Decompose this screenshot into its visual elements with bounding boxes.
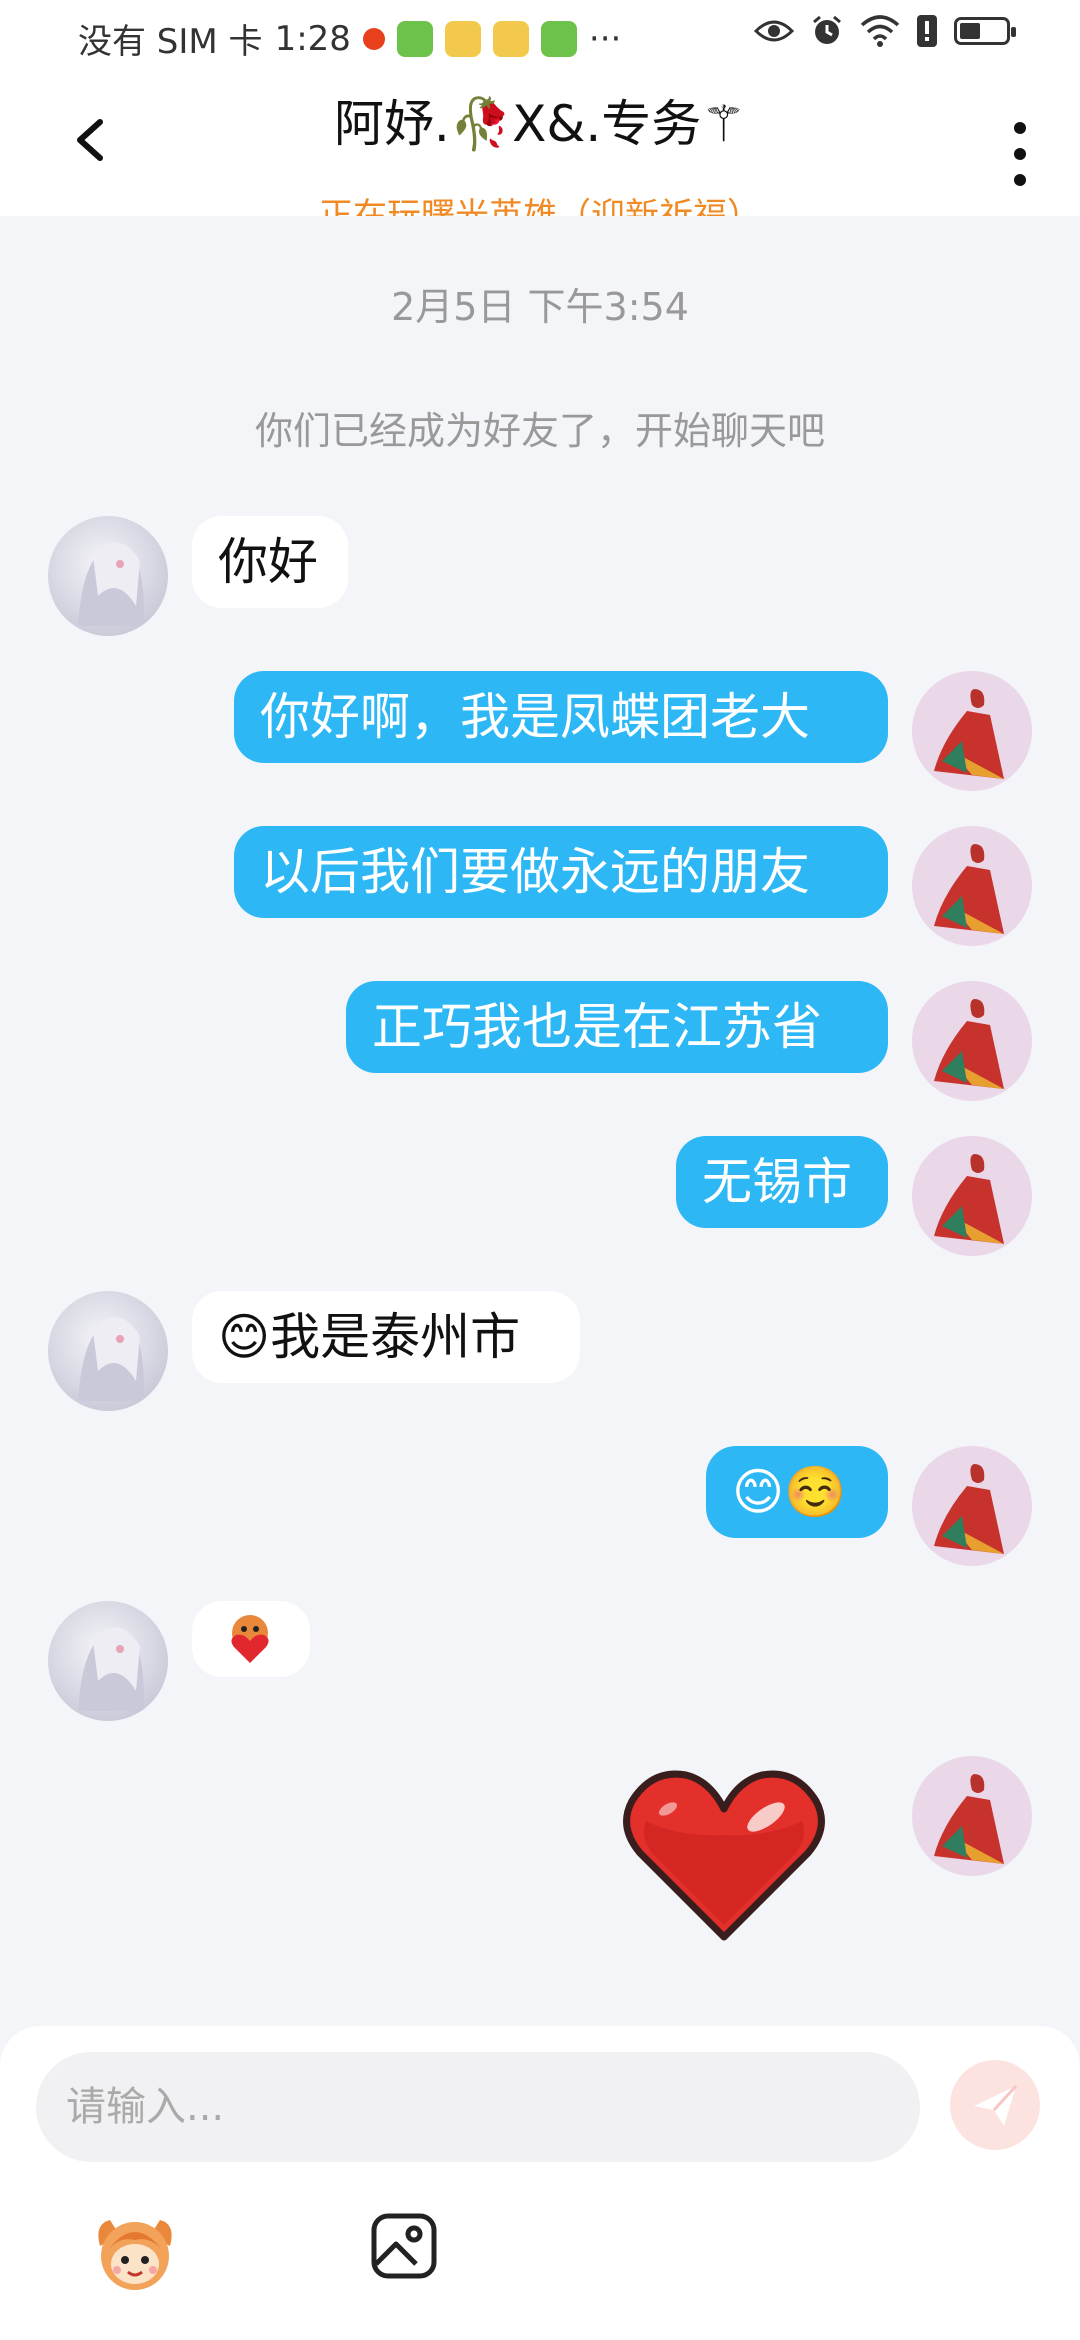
app-icon — [444, 20, 481, 57]
contact-status: 正在玩曙光英雄（迎新祈福） — [319, 196, 761, 216]
message-bubble-out[interactable]: 😊☺️ — [706, 1446, 888, 1538]
message-text: 以后我们要做永远的朋友 — [260, 843, 810, 901]
anime-avatar-icon — [934, 999, 1004, 1089]
my-avatar[interactable] — [912, 1446, 1032, 1566]
message-bubble-out[interactable]: 正巧我也是在江苏省 — [346, 981, 888, 1073]
clock: 1:28 — [274, 18, 351, 59]
wifi-icon — [860, 15, 900, 47]
anime-avatar-icon — [934, 689, 1004, 779]
app-icon — [540, 20, 577, 57]
my-avatar[interactable] — [912, 671, 1032, 791]
message-timestamp: 2月5日 下午3:54 — [391, 285, 689, 329]
battery-icon — [954, 17, 1016, 45]
message-composer — [0, 2026, 1080, 2340]
message-bubble-in[interactable] — [192, 1601, 310, 1677]
system-message: 你们已经成为好友了，开始聊天吧 — [254, 409, 825, 453]
my-avatar[interactable] — [912, 1756, 1032, 1876]
message-bubble-in[interactable]: 你好 — [192, 516, 348, 608]
message-bubble-out[interactable]: 无锡市 — [676, 1136, 888, 1228]
my-avatar[interactable] — [912, 981, 1032, 1101]
red-heart-sticker-icon[interactable] — [618, 1765, 830, 1945]
anime-avatar-icon — [78, 1317, 145, 1401]
my-avatar[interactable] — [912, 826, 1032, 946]
message-text: 正巧我也是在江苏省 — [372, 998, 822, 1056]
contact-avatar[interactable] — [48, 516, 168, 636]
anime-avatar-icon — [934, 1464, 1004, 1554]
anime-avatar-icon — [78, 542, 145, 626]
alarm-icon — [813, 15, 841, 44]
notification-dot-icon — [362, 27, 385, 50]
message-input[interactable] — [36, 2052, 920, 2162]
sticker-face-icon[interactable] — [90, 2206, 180, 2296]
alert-icon — [917, 15, 937, 47]
eye-icon — [754, 20, 794, 42]
more-vertical-icon[interactable] — [1000, 114, 1040, 194]
message-text: 😊☺️ — [732, 1463, 847, 1521]
message-text: 无锡市 — [702, 1153, 852, 1211]
anime-avatar-icon — [934, 1154, 1004, 1244]
app-icon — [492, 20, 529, 57]
contact-name: 阿妤.🥀X&.专务⚚ — [333, 95, 747, 153]
heart-sticker-icon — [231, 1615, 269, 1663]
more-notifications-indicator: ··· — [588, 18, 622, 59]
send-button[interactable] — [950, 2060, 1040, 2150]
message-bubble-in[interactable]: 😊我是泰州市 — [192, 1291, 580, 1383]
anime-avatar-icon — [934, 844, 1004, 934]
send-icon — [974, 2084, 1018, 2126]
contact-avatar[interactable] — [48, 1601, 168, 1721]
anime-avatar-icon — [78, 1627, 145, 1711]
message-bubble-out[interactable]: 以后我们要做永远的朋友 — [234, 826, 888, 918]
anime-avatar-icon — [934, 1774, 1004, 1864]
app-icon — [396, 20, 433, 57]
contact-avatar[interactable] — [48, 1291, 168, 1411]
image-icon[interactable] — [370, 2212, 438, 2280]
message-bubble-out[interactable]: 你好啊，我是凤蝶团老大 — [234, 671, 888, 763]
chat-header: 阿妤.🥀X&.专务⚚ 正在玩曙光英雄（迎新祈福） — [0, 70, 1080, 216]
my-avatar[interactable] — [912, 1136, 1032, 1256]
message-text: 😊我是泰州市 — [218, 1308, 521, 1366]
message-text: 你好啊，我是凤蝶团老大 — [260, 688, 810, 746]
status-bar: 没有 SIM 卡 1:28 ··· — [0, 0, 1080, 70]
battery-level — [960, 23, 980, 39]
message-text: 你好 — [218, 533, 318, 591]
carrier-label: 没有 SIM 卡 — [78, 22, 263, 62]
